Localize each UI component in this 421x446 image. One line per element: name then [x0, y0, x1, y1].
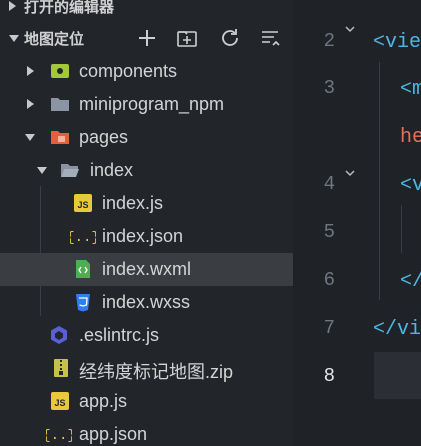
refresh-icon[interactable]: [219, 27, 241, 49]
zip-file-icon: [54, 359, 68, 377]
tree-item-app-js[interactable]: JS app.js: [0, 385, 293, 418]
fold-chevron-icon[interactable]: [345, 168, 355, 178]
line-number: 3: [323, 77, 335, 99]
components-folder-icon: [51, 64, 69, 78]
tree-item-miniprogram-npm[interactable]: miniprogram_npm: [0, 88, 293, 121]
code-line-4: <v: [400, 174, 421, 197]
tree-item-label: index.js: [102, 193, 164, 213]
project-header[interactable]: 地图定位: [0, 23, 293, 53]
chevron-down-icon: [25, 134, 35, 141]
tree-item-label: app.js: [79, 391, 128, 411]
tree-item-label: app.json: [79, 424, 148, 444]
tree-item-eslintrc[interactable]: .eslintrc.js: [0, 319, 293, 352]
collapse-all-icon[interactable]: [259, 27, 281, 49]
new-file-icon[interactable]: [136, 27, 158, 49]
project-title: 地图定位: [24, 30, 85, 48]
open-editors-header[interactable]: 打开的编辑器: [0, 0, 293, 21]
chevron-down-icon: [37, 167, 47, 174]
fold-chevron-icon[interactable]: [345, 24, 355, 34]
code-line-3: <m: [400, 78, 421, 101]
code-editor[interactable]: 2 3 4 5 6 7 8 <vie <m he <v </ </vi: [293, 0, 421, 446]
js-file-icon: JS: [74, 194, 92, 212]
chevron-right-icon: [27, 99, 34, 109]
tree-item-label: components: [79, 61, 178, 81]
js-file-icon: JS: [51, 392, 69, 410]
tree-item-zip[interactable]: 经纬度标记地图.zip: [0, 352, 293, 385]
tree-item-pages[interactable]: pages: [0, 121, 293, 154]
tree-item-label: index.wxss: [102, 292, 191, 312]
chevron-down-icon: [9, 35, 19, 42]
line-number: 6: [323, 269, 335, 291]
code-line-6: </: [400, 270, 421, 293]
svg-text:{..}: {..}: [46, 428, 72, 444]
tree-item-index-folder[interactable]: index: [0, 154, 293, 187]
tree-item-index-js[interactable]: JS index.js: [0, 187, 293, 220]
code-line-7: </vi: [373, 318, 421, 341]
line-number: 2: [323, 30, 335, 52]
folder-open-icon: [61, 164, 79, 177]
tree-item-components[interactable]: components: [0, 55, 293, 88]
new-folder-icon[interactable]: [176, 27, 198, 49]
indent-guide: [401, 205, 402, 253]
tree-item-app-json[interactable]: {..} app.json: [0, 418, 293, 446]
line-number: 7: [323, 317, 335, 339]
tree-item-label: .eslintrc.js: [79, 325, 160, 345]
indent-guide: [379, 62, 380, 300]
svg-text:JS: JS: [54, 398, 65, 408]
open-editors-title: 打开的编辑器: [24, 0, 115, 16]
line-number: 5: [323, 221, 335, 243]
tree-item-label: 经纬度标记地图.zip: [79, 362, 234, 382]
code-line-2: <vie: [373, 31, 421, 54]
line-number-active: 8: [323, 365, 335, 387]
tree-item-index-wxss[interactable]: index.wxss: [0, 286, 293, 319]
svg-text:JS: JS: [77, 200, 88, 210]
tree-item-label: index.wxml: [102, 259, 192, 279]
pages-folder-icon: [51, 131, 69, 144]
chevron-right-icon: [9, 1, 16, 11]
file-explorer: 打开的编辑器 地图定位 components miniprogram_npm p…: [0, 0, 293, 446]
tree-item-index-json[interactable]: {..} index.json: [0, 220, 293, 253]
tree-item-label: index: [90, 160, 134, 180]
eslint-file-icon: [51, 326, 67, 344]
tree-item-label: index.json: [102, 226, 184, 246]
current-line-highlight: [374, 352, 421, 399]
tree-item-label: pages: [79, 127, 129, 147]
chevron-right-icon: [27, 66, 34, 76]
svg-text:{..}: {..}: [70, 230, 96, 246]
code-line-3-wrap: he: [400, 126, 421, 149]
css-file-icon: [76, 294, 90, 312]
wxml-file-icon: [76, 260, 90, 278]
json-file-icon: {..}: [70, 230, 96, 246]
line-number: 4: [323, 173, 335, 195]
tree-item-index-wxml[interactable]: index.wxml: [0, 253, 293, 286]
folder-icon: [51, 98, 69, 111]
json-file-icon: {..}: [46, 428, 72, 444]
tree-item-label: miniprogram_npm: [79, 94, 225, 114]
